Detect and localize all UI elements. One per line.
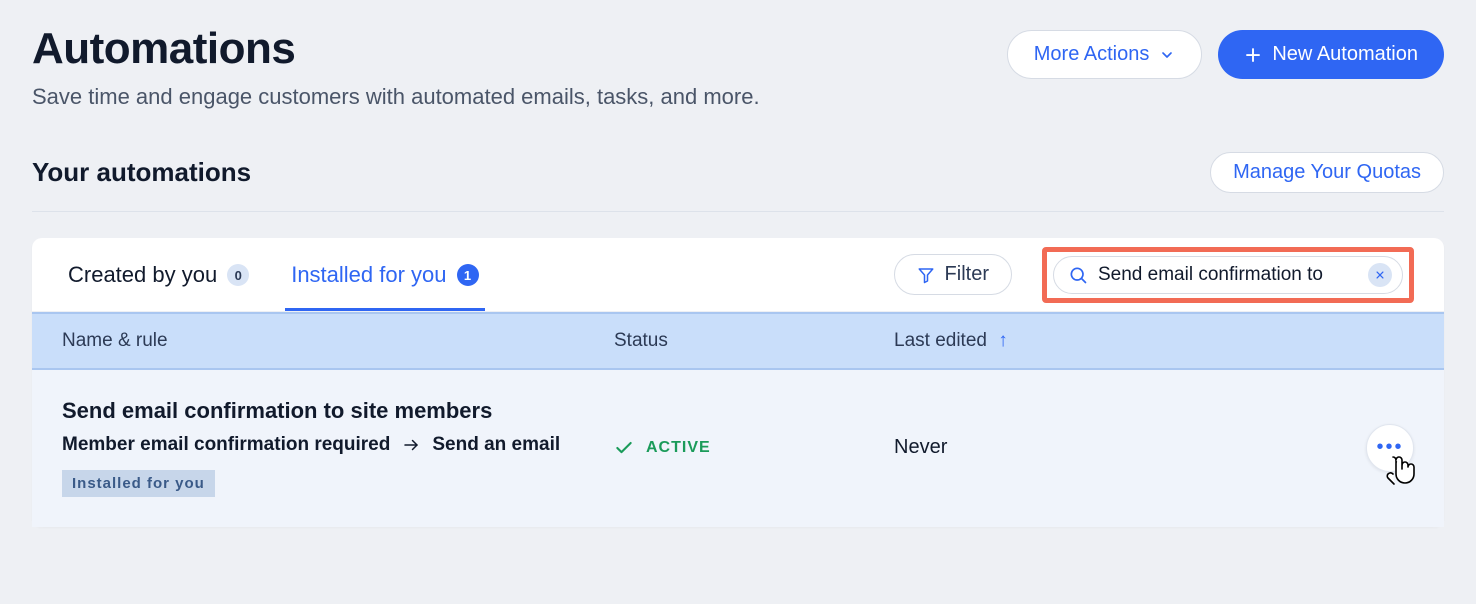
col-last-edited[interactable]: Last edited ↑ (894, 330, 1334, 352)
table-header: Name & rule Status Last edited ↑ (32, 312, 1444, 370)
automation-title: Send email confirmation to site members (62, 398, 614, 424)
tab-label: Created by you (68, 262, 217, 288)
automation-action: Send an email (432, 434, 560, 456)
tab-installed-for-you[interactable]: Installed for you 1 (285, 238, 484, 311)
search-input[interactable] (1098, 264, 1358, 286)
check-icon (614, 438, 634, 458)
plus-icon (1244, 46, 1262, 64)
tab-count-badge: 1 (457, 264, 479, 286)
search-icon (1068, 265, 1088, 285)
table-row[interactable]: Send email confirmation to site members … (32, 370, 1444, 527)
status-label: ACTIVE (646, 439, 711, 457)
clear-search-button[interactable] (1368, 263, 1392, 287)
section-title: Your automations (32, 157, 251, 188)
col-last-edited-label: Last edited (894, 330, 987, 351)
search-highlight-box (1042, 247, 1414, 303)
installed-tag: Installed for you (62, 470, 215, 497)
funnel-icon (917, 266, 935, 284)
manage-quotas-button[interactable]: Manage Your Quotas (1210, 152, 1444, 193)
sort-ascending-icon: ↑ (998, 330, 1008, 351)
last-edited-value: Never (894, 436, 1334, 459)
col-status: Status (614, 330, 894, 352)
chevron-down-icon (1159, 47, 1175, 63)
more-actions-label: More Actions (1034, 43, 1150, 66)
filter-button[interactable]: Filter (894, 254, 1012, 295)
filter-label: Filter (945, 263, 989, 286)
tab-count-badge: 0 (227, 264, 249, 286)
new-automation-button[interactable]: New Automation (1218, 30, 1444, 79)
col-name: Name & rule (62, 330, 614, 352)
ellipsis-icon: ••• (1376, 436, 1403, 459)
automation-trigger: Member email confirmation required (62, 434, 390, 456)
tab-label: Installed for you (291, 262, 446, 288)
new-automation-label: New Automation (1272, 43, 1418, 66)
arrow-right-icon (402, 436, 420, 454)
page-subtitle: Save time and engage customers with auto… (32, 84, 760, 110)
tab-created-by-you[interactable]: Created by you 0 (62, 238, 255, 311)
row-more-actions-button[interactable]: ••• (1366, 424, 1414, 472)
page-title: Automations (32, 24, 760, 74)
more-actions-button[interactable]: More Actions (1007, 30, 1203, 79)
